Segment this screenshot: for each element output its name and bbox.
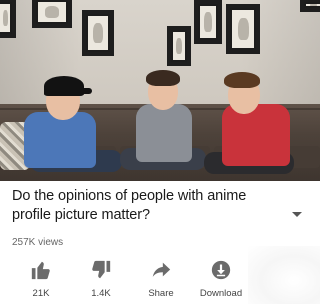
like-count: 21K [32,288,50,299]
wall-picture-frame [82,10,114,56]
dislike-button[interactable]: 1.4K [71,255,131,299]
video-title: Do the opinions of people with anime pro… [12,188,247,223]
download-icon [211,260,231,280]
wall-picture-frame [167,26,191,66]
view-count: 257K views [12,237,64,248]
dislike-count: 1.4K [91,288,111,299]
download-button[interactable]: Download [191,255,251,299]
share-label: Share [148,288,174,299]
thumbs-down-icon [92,260,111,279]
chevron-down-icon[interactable] [292,212,302,217]
wall-picture-frame [226,4,260,54]
wall-picture-frame [194,0,222,44]
thumbs-up-icon [31,261,50,280]
wall-picture-frame [300,0,320,12]
like-button[interactable]: 21K [11,255,71,299]
share-arrow-icon [152,262,171,277]
screen-glare [248,246,320,304]
video-title-row[interactable]: Do the opinions of people with anime pro… [0,183,320,231]
download-label: Download [199,288,243,299]
wall-picture-frame [0,0,16,38]
wall-picture-frame [32,0,72,28]
share-button[interactable]: Share [131,255,191,299]
video-player[interactable] [0,0,320,181]
